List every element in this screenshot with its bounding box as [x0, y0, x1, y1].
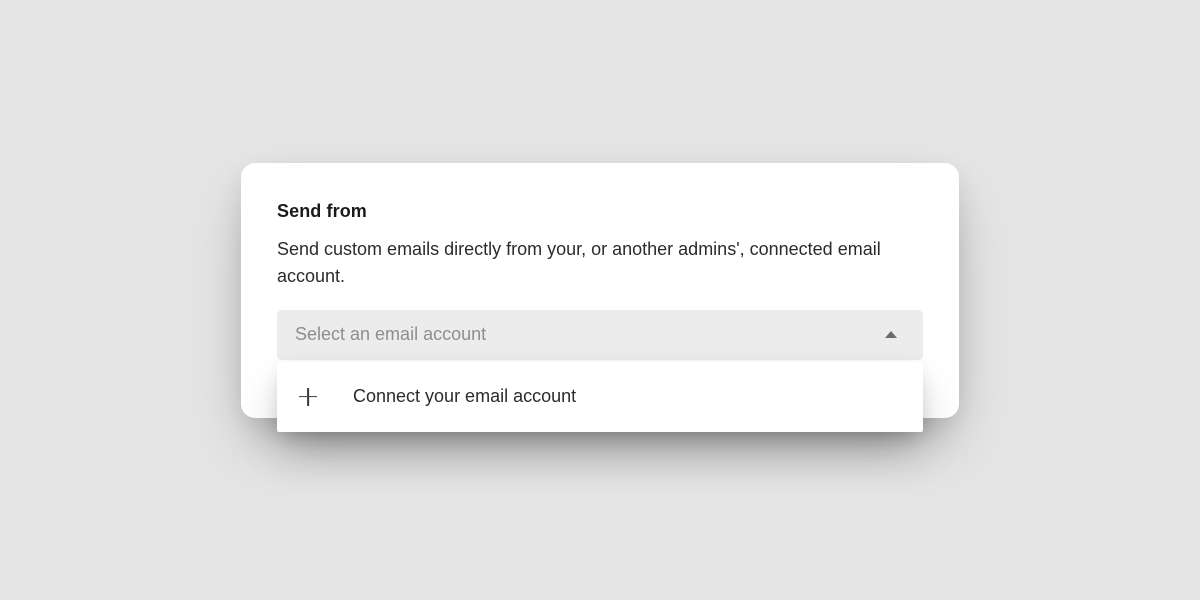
select-placeholder: Select an email account — [295, 324, 486, 345]
connect-email-label: Connect your email account — [353, 386, 576, 407]
email-account-select-wrapper: Select an email account Connect your ema… — [277, 310, 923, 360]
email-account-dropdown: Connect your email account — [277, 362, 923, 432]
connect-email-option[interactable]: Connect your email account — [277, 372, 923, 422]
email-account-select[interactable]: Select an email account — [277, 310, 923, 360]
send-from-card: Send from Send custom emails directly fr… — [241, 163, 959, 418]
card-description: Send custom emails directly from your, o… — [277, 236, 892, 290]
plus-icon — [299, 388, 317, 406]
card-title: Send from — [277, 201, 923, 222]
chevron-up-icon — [885, 331, 897, 338]
